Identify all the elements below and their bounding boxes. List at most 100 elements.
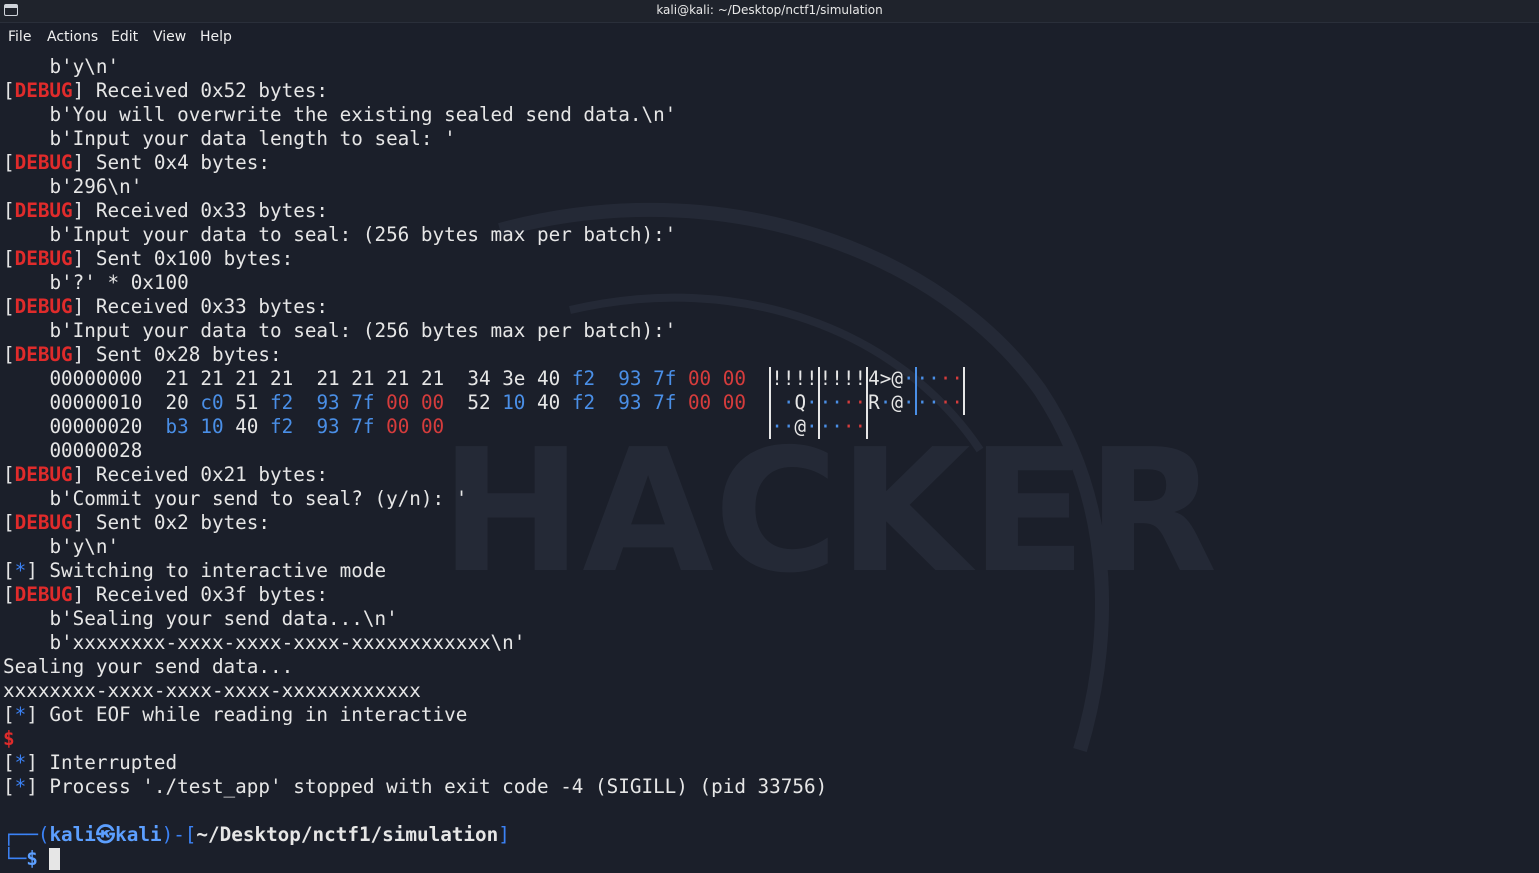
menu-edit[interactable]: Edit <box>111 29 138 45</box>
line-text: Sent 0x2 bytes: <box>84 511 270 534</box>
hex-byte: 21 <box>165 367 189 390</box>
debug-tag: DEBUG <box>14 343 73 366</box>
prompt-input-line: └─$ <box>3 847 1533 871</box>
bracket: [ <box>3 751 15 774</box>
line-text: Received 0x33 bytes: <box>84 199 329 222</box>
terminal-line: [DEBUG] Sent 0x28 bytes: <box>3 343 1533 367</box>
menu-help[interactable]: Help <box>200 29 232 45</box>
hex-offset: 00000020 <box>49 415 143 438</box>
line-text: b'y\n' <box>49 535 120 558</box>
debug-tag: DEBUG <box>14 151 73 174</box>
bracket: [ <box>3 559 15 582</box>
hex-byte: 00 <box>420 415 445 438</box>
ascii-char: · <box>782 415 795 438</box>
hex-byte: f2 <box>270 391 294 414</box>
ascii-char: @ <box>891 391 903 414</box>
bracket: [ <box>3 79 15 102</box>
hexdump-row: 00000000 21 21 21 21 21 21 21 21 34 3e 4… <box>3 367 1533 391</box>
hex-byte: 21 <box>235 367 259 390</box>
line-text: xxxxxxxx-xxxx-xxxx-xxxx-xxxxxxxxxxxx <box>3 679 421 702</box>
hex-byte: 7f <box>653 391 677 414</box>
ascii-char: · <box>819 415 832 438</box>
window-title: kali@kali: ~/Desktop/nctf1/simulation <box>656 3 883 17</box>
hex-byte: 00 <box>722 367 746 390</box>
ascii-char: · <box>902 391 915 414</box>
hex-byte: 21 <box>351 367 375 390</box>
line-text: b'Input your data length to seal: ' <box>49 127 456 150</box>
ascii-char: · <box>831 415 843 438</box>
ascii-char: · <box>928 367 940 390</box>
ascii-char: · <box>819 391 832 414</box>
hexdump-row: 00000028 <box>3 439 1533 463</box>
line-text: Sent 0x4 bytes: <box>84 151 270 174</box>
ascii-char: @ <box>794 415 807 438</box>
bracket: ] <box>72 151 85 174</box>
bracket: [ <box>3 583 15 606</box>
hex-byte: 51 <box>235 391 259 414</box>
info-tag: * <box>14 703 27 726</box>
menu-file[interactable]: File <box>8 29 31 45</box>
ascii-char: > <box>879 367 892 390</box>
ascii-char: Q <box>794 391 807 414</box>
terminal-line: [DEBUG] Sent 0x100 bytes: <box>3 247 1533 271</box>
line-text: b'Sealing your send data...\n' <box>49 607 398 630</box>
menu-view[interactable]: View <box>153 29 186 45</box>
bracket: [ <box>3 343 15 366</box>
ascii-char: · <box>916 367 929 390</box>
terminal-line: xxxxxxxx-xxxx-xxxx-xxxx-xxxxxxxxxxxx <box>3 679 1533 703</box>
line-text: Received 0x33 bytes: <box>84 295 329 318</box>
ascii-char: ! <box>854 367 867 390</box>
line-text: Received 0x3f bytes: <box>84 583 329 606</box>
line-text: b'296\n' <box>49 175 143 198</box>
terminal-line: b'Input your data to seal: (256 bytes ma… <box>3 223 1533 247</box>
hex-byte: b3 <box>165 415 189 438</box>
line-text: b'You will overwrite the existing sealed… <box>49 103 677 126</box>
hex-byte: f2 <box>571 367 596 390</box>
ascii-char: ! <box>771 367 783 390</box>
line-text: b'Commit your send to seal? (y/n): ' <box>49 487 468 510</box>
prompt-path: ~/Desktop/nctf1/simulation <box>196 823 499 846</box>
prompt-frame: └─ <box>3 847 27 870</box>
text-cursor[interactable] <box>49 848 61 870</box>
hex-byte: 34 <box>467 367 491 390</box>
bracket: ] <box>72 343 85 366</box>
ascii-char: · <box>831 391 843 414</box>
terminal-line: [*] Switching to interactive mode <box>3 559 1533 583</box>
hex-byte: 40 <box>537 367 561 390</box>
hex-byte: c0 <box>200 391 224 414</box>
bracket: ] <box>26 751 38 774</box>
debug-tag: DEBUG <box>14 79 73 102</box>
terminal-line: b'y\n' <box>3 535 1533 559</box>
hex-offset: 00000028 <box>49 439 143 462</box>
hex-byte: 40 <box>235 415 259 438</box>
ascii-char: · <box>928 391 940 414</box>
ascii-char: ! <box>831 367 843 390</box>
ascii-char: @ <box>891 367 903 390</box>
terminal-line: [*] Process './test_app' stopped with ex… <box>3 775 1533 799</box>
line-text: Switching to interactive mode <box>37 559 387 582</box>
terminal-output[interactable]: b'y\n' [DEBUG] Received 0x52 bytes: b'You… <box>3 55 1533 870</box>
menu-actions[interactable]: Actions <box>47 29 98 45</box>
hex-byte: f2 <box>571 391 596 414</box>
